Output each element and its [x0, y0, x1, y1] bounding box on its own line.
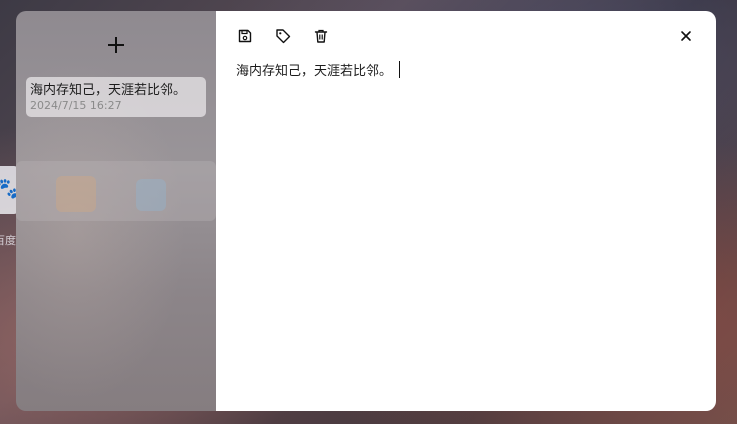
- note-editor: 海内存知己，天涯若比邻。: [216, 11, 716, 411]
- text-caret: [399, 61, 401, 78]
- delete-button[interactable]: [312, 27, 330, 45]
- tag-icon: [276, 29, 291, 44]
- note-content-editor[interactable]: 海内存知己，天涯若比邻。: [236, 61, 401, 82]
- trash-icon: [314, 29, 328, 43]
- blurred-backdrop-shape: [16, 161, 216, 221]
- note-date: 2024/7/15 16:27: [30, 99, 122, 112]
- baidu-shortcut-label: 百度: [0, 234, 16, 247]
- save-button[interactable]: [236, 27, 254, 45]
- note-list-item[interactable]: 海内存知己，天涯若比邻。 2024/7/15 16:27: [26, 77, 206, 117]
- tag-button[interactable]: [274, 27, 292, 45]
- close-icon: [681, 31, 691, 41]
- notes-sidebar: 海内存知己，天涯若比邻。 2024/7/15 16:27: [16, 11, 216, 411]
- close-button[interactable]: [677, 27, 695, 45]
- plus-icon: [108, 37, 124, 53]
- add-note-button[interactable]: [104, 33, 128, 57]
- note-content-text: 海内存知己，天涯若比邻。: [236, 64, 393, 79]
- blurred-backdrop-shape: [56, 176, 96, 212]
- save-icon: [238, 29, 252, 43]
- blurred-backdrop-shape: [136, 179, 166, 211]
- notes-window: 海内存知己，天涯若比邻。 2024/7/15 16:27 海内存知己，天涯若比邻…: [16, 11, 716, 411]
- note-title: 海内存知己，天涯若比邻。: [30, 83, 187, 98]
